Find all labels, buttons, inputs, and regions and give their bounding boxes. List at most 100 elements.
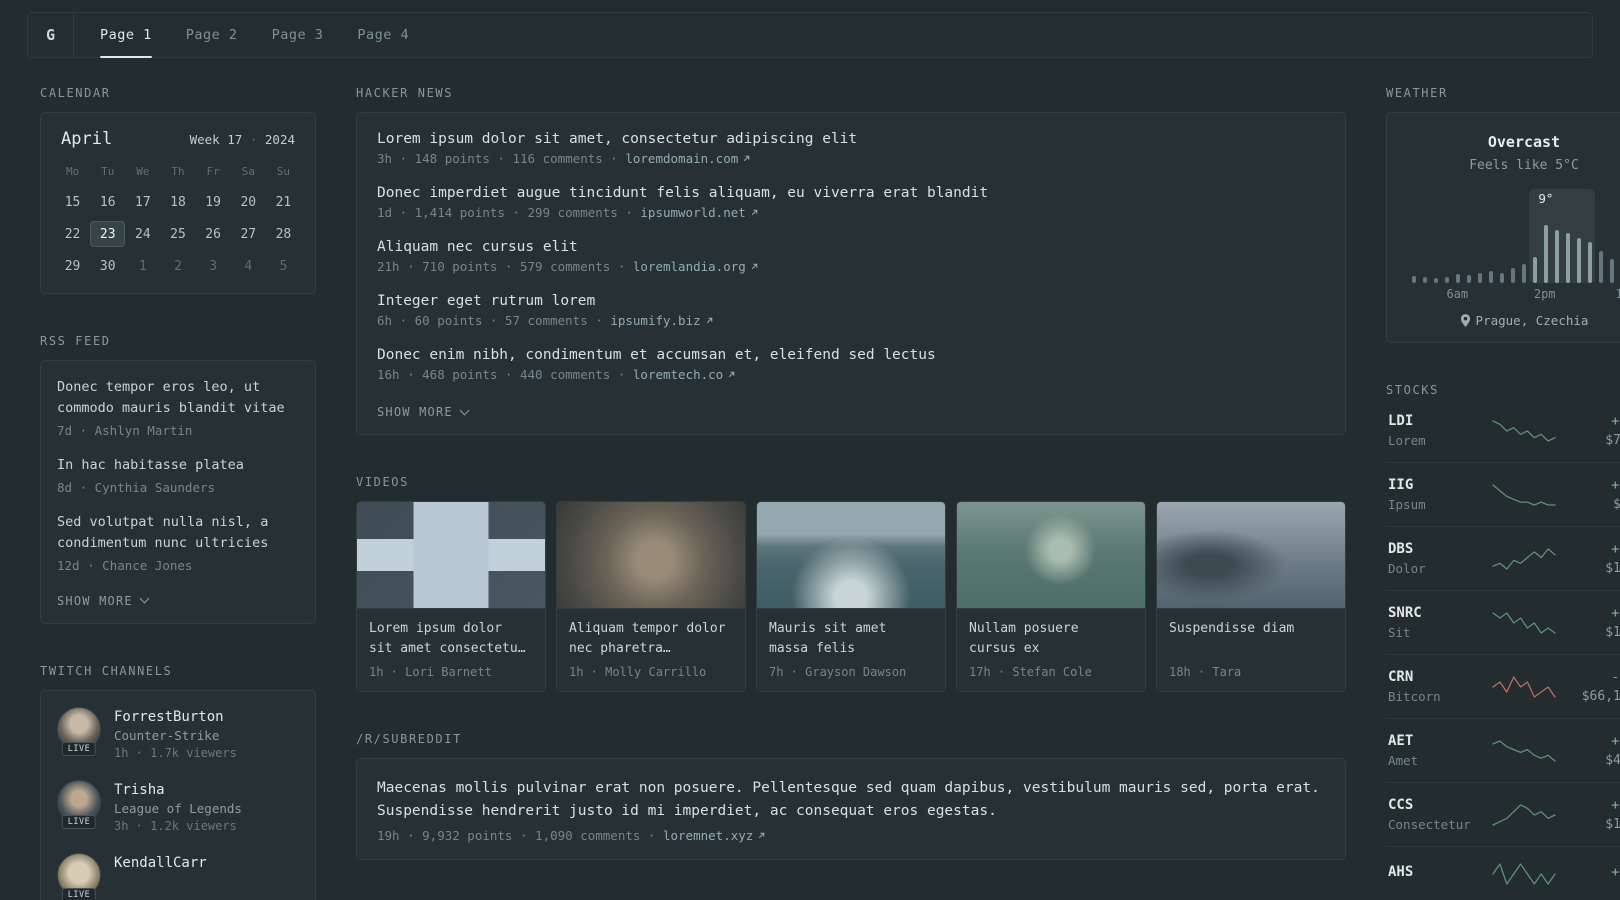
hn-title-link[interactable]: Integer eget rutrum lorem — [377, 293, 1325, 309]
video-meta: 7h · Grayson Dawson — [769, 665, 907, 680]
stock-price: $66,171.48 — [1581, 689, 1620, 704]
video-thumbnail — [1157, 502, 1345, 609]
reddit-post-title[interactable]: Maecenas mollis pulvinar erat non posuer… — [377, 777, 1325, 823]
hn-title-link[interactable]: Lorem ipsum dolor sit amet, consectetur … — [377, 131, 1325, 147]
hn-meta: 21h · 710 points · 579 comments · loreml… — [377, 259, 1325, 274]
weather-condition: Overcast — [1487, 133, 1561, 151]
weather-bar — [1610, 258, 1614, 283]
rss-item[interactable]: In hac habitasse platea 8d · Cynthia Sau… — [57, 455, 299, 495]
video-thumbnail — [357, 502, 545, 609]
stock-row[interactable]: CCS Consectetur +0.51% $165.84 — [1386, 782, 1620, 846]
stock-price: $148.64 — [1605, 625, 1620, 640]
rss-item-meta: 12d · Chance Jones — [57, 557, 193, 573]
hn-domain-link[interactable]: loremtech.co — [633, 367, 736, 382]
calendar-widget: CALENDAR April Week 17 · 2024 Mo Tu We Th Fr… — [40, 86, 316, 294]
stock-values: +1.42% $156.28 — [1557, 541, 1620, 576]
rss-card: Donec tempor eros leo, ut commodo mauris… — [40, 360, 316, 624]
rss-item[interactable]: Donec tempor eros leo, ut commodo mauris… — [57, 377, 299, 438]
live-badge: LIVE — [61, 887, 97, 900]
stock-id: CRN Bitcorn — [1388, 669, 1491, 704]
stock-price: $156.28 — [1605, 561, 1620, 576]
stock-name: Ipsum — [1388, 497, 1426, 512]
stock-price: $165.84 — [1605, 817, 1620, 832]
hn-domain-link[interactable]: loremlandia.org — [633, 259, 759, 274]
external-link-icon — [706, 317, 712, 324]
stock-change: +0.46% — [1611, 864, 1620, 880]
stock-symbol: AET — [1388, 733, 1414, 749]
left-column: CALENDAR April Week 17 · 2024 Mo Tu We Th Fr… — [40, 86, 316, 900]
twitch-channels-widget: TWITCH CHANNELS LIVE ForrestBurton Count… — [40, 664, 316, 900]
hn-item: Donec enim nibh, condimentum et accumsan… — [377, 347, 1325, 382]
tab-page-2[interactable]: Page 2 — [186, 13, 238, 57]
hn-meta: 6h · 60 points · 57 comments · ipsumify.… — [377, 313, 1325, 328]
hn-domain-link[interactable]: ipsumworld.net — [640, 205, 758, 220]
app-logo[interactable]: G — [28, 13, 74, 57]
twitch-channel[interactable]: LIVE ForrestBurton Counter-Strike 1h · 1… — [57, 706, 299, 760]
stock-values: +2.84% $42.04 — [1557, 477, 1620, 512]
hn-title-link[interactable]: Donec imperdiet augue tincidunt felis al… — [377, 185, 1325, 201]
calendar-day: 21 — [275, 195, 292, 210]
stocks-list: LDI Lorem +4.35% $795.18 IIG Ipsum — [1386, 409, 1620, 900]
calendar-day: 2 — [174, 259, 182, 274]
hn-item: Lorem ipsum dolor sit amet, consectetur … — [377, 131, 1325, 166]
hn-domain-link[interactable]: loremdomain.com — [625, 151, 751, 166]
show-more-label: SHOW MORE — [57, 593, 133, 608]
video-info: Mauris sit amet massa felis 7h · Grayson… — [757, 609, 945, 691]
stock-sparkline — [1492, 675, 1556, 698]
stock-id: SNRC Sit — [1388, 605, 1491, 640]
twitch-channel[interactable]: LIVE KendallCarr — [57, 852, 299, 900]
stock-row[interactable]: CRN Bitcorn -1.00% $66,171.48 — [1386, 654, 1620, 718]
location-pin-icon — [1460, 314, 1470, 327]
external-link-icon — [744, 155, 750, 162]
hn-title-link[interactable]: Donec enim nibh, condimentum et accumsan… — [377, 347, 1325, 363]
stock-row[interactable]: SNRC Sit +1.36% $148.64 — [1386, 590, 1620, 654]
calendar-day: 24 — [135, 227, 151, 242]
stock-id: IIG Ipsum — [1388, 477, 1491, 512]
twitch-channel[interactable]: LIVE Trisha League of Legends 3h · 1.2k … — [57, 779, 299, 833]
live-badge: LIVE — [61, 814, 97, 829]
calendar-card: April Week 17 · 2024 Mo Tu We Th Fr Sa Su 15 16 1… — [40, 112, 316, 294]
stock-row[interactable]: LDI Lorem +4.35% $795.18 — [1386, 409, 1620, 462]
calendar-week-indicator: Week 17 · 2024 — [190, 132, 295, 147]
stock-values: +4.35% $795.18 — [1557, 413, 1620, 448]
calendar-day-header: Tu — [101, 165, 115, 178]
hn-show-more-button[interactable]: SHOW MORE — [377, 405, 470, 419]
stock-name: Consectetur — [1388, 817, 1471, 832]
stock-symbol: DBS — [1388, 541, 1414, 557]
video-card[interactable]: Lorem ipsum dolor sit amet consectetu… 1… — [356, 501, 546, 693]
video-card[interactable]: Suspendisse diam 18h · Tara — [1156, 501, 1346, 693]
calendar-day-header: Fr — [206, 165, 220, 178]
tab-page-3[interactable]: Page 3 — [272, 13, 324, 57]
calendar-day: 23 — [90, 221, 126, 247]
stock-row[interactable]: IIG Ipsum +2.84% $42.04 — [1386, 462, 1620, 526]
video-meta: 1h · Lori Barnett — [369, 665, 492, 680]
calendar-day: 20 — [240, 195, 257, 210]
weather-location: Prague, Czechia — [1401, 313, 1620, 328]
hn-domain-link[interactable]: ipsumify.biz — [610, 313, 713, 328]
video-meta: 18h · Tara — [1169, 665, 1242, 679]
stock-symbol: CCS — [1388, 797, 1414, 813]
week-label: Week — [189, 132, 220, 147]
video-title: Nullam posuere cursus ex — [969, 621, 1079, 657]
video-title: Aliquam tempor dolor nec pharetra… — [569, 621, 726, 657]
dashboard-grid: CALENDAR April Week 17 · 2024 Mo Tu We Th Fr… — [0, 58, 1620, 900]
weather-bar — [1467, 275, 1471, 283]
calendar-day-header: We — [136, 165, 150, 178]
video-card[interactable]: Nullam posuere cursus ex 17h · Stefan Co… — [956, 501, 1146, 693]
tab-page-1[interactable]: Page 1 — [100, 13, 152, 58]
calendar-day: 25 — [170, 227, 186, 242]
stock-row[interactable]: DBS Dolor +1.42% $156.28 — [1386, 526, 1620, 590]
rss-show-more-button[interactable]: SHOW MORE — [57, 593, 150, 608]
video-card[interactable]: Aliquam tempor dolor nec pharetra… 1h · … — [556, 501, 746, 693]
rss-item[interactable]: Sed volutpat nulla nisl, a condimentum n… — [57, 512, 299, 573]
calendar-day: 16 — [99, 195, 116, 210]
video-card[interactable]: Mauris sit amet massa felis 7h · Grayson… — [756, 501, 946, 693]
page-tabs: Page 1 Page 2 Page 3 Page 4 — [74, 13, 409, 58]
hn-title-link[interactable]: Aliquam nec cursus elit — [377, 239, 1325, 255]
stock-row[interactable]: AET Amet +0.92% $499.72 — [1386, 718, 1620, 782]
tab-page-4[interactable]: Page 4 — [357, 13, 409, 57]
reddit-domain-link[interactable]: loremnet.xyz — [663, 828, 766, 843]
hn-domain: loremlandia.org — [632, 259, 746, 274]
chevron-down-icon — [459, 405, 470, 415]
stock-row[interactable]: AHS +0.46% — [1386, 846, 1620, 900]
